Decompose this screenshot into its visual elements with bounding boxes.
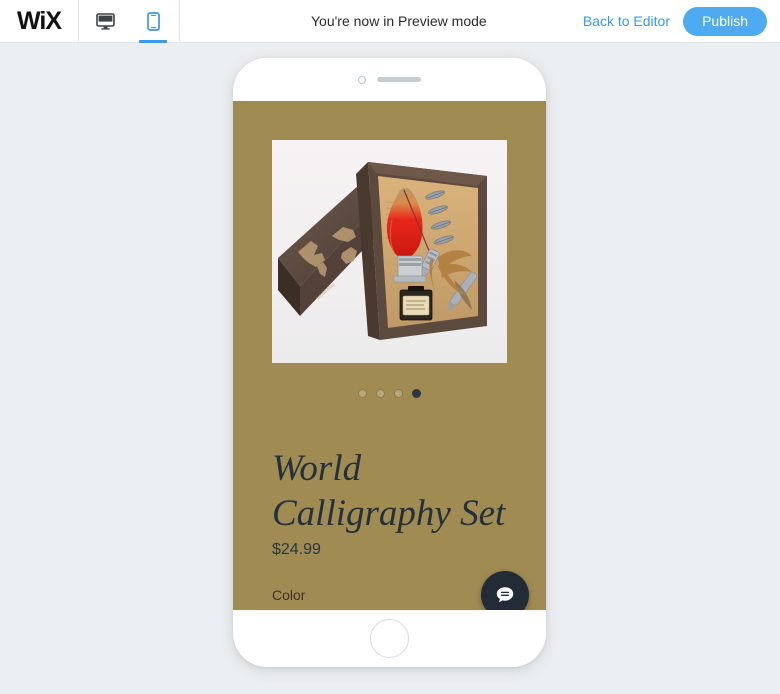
- desktop-monitor-icon: [95, 12, 115, 30]
- wix-logo-zone[interactable]: WiX: [0, 0, 79, 43]
- home-button-icon[interactable]: [370, 619, 409, 658]
- chat-bubble-icon: [496, 587, 514, 603]
- product-title-line-1: World: [272, 448, 362, 489]
- carousel-dot-1[interactable]: [358, 389, 367, 398]
- carousel-dot-4[interactable]: [412, 389, 421, 398]
- phone-bottom-bezel: [233, 610, 546, 667]
- color-option-label: Color: [272, 587, 306, 603]
- carousel-dot-2[interactable]: [376, 389, 385, 398]
- product-title-line-2: Calligraphy Set: [272, 493, 506, 534]
- phone-top-bezel: [233, 58, 546, 101]
- mobile-preview-frame: World Map World Calligraphy Set $24.99 C…: [233, 58, 546, 667]
- product-image[interactable]: World Map: [272, 140, 507, 363]
- publish-button[interactable]: Publish: [683, 7, 767, 36]
- phone-screen: World Map World Calligraphy Set $24.99 C…: [233, 101, 546, 610]
- image-carousel-dots: [233, 389, 546, 398]
- top-toolbar: WiX You're now in Preview mode Back to E…: [0, 0, 780, 43]
- world-calligraphy-gift-set-photo: World Map: [272, 140, 507, 363]
- speaker-grill-icon: [377, 77, 421, 82]
- back-to-editor-link[interactable]: Back to Editor: [583, 13, 670, 29]
- wix-logo: WiX: [17, 6, 62, 35]
- desktop-view-button[interactable]: [88, 0, 122, 43]
- active-device-indicator: [139, 39, 167, 43]
- camera-dot-icon: [358, 75, 366, 84]
- device-switcher: [79, 0, 180, 43]
- mobile-phone-icon: [146, 11, 160, 31]
- preview-mode-message: You're now in Preview mode: [311, 13, 487, 29]
- chat-button[interactable]: [481, 571, 529, 610]
- carousel-dot-3[interactable]: [394, 389, 403, 398]
- product-price: $24.99: [272, 541, 321, 558]
- preview-page: WiX You're now in Preview mode Back to E…: [0, 0, 780, 694]
- mobile-view-button[interactable]: [136, 0, 170, 43]
- product-title: World Calligraphy Set: [272, 446, 517, 536]
